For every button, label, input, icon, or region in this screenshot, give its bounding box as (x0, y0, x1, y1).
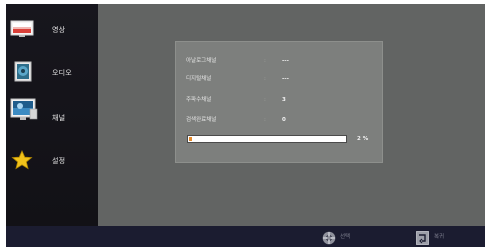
scan-progress-fill (189, 137, 192, 141)
row-value: 3 (282, 97, 286, 103)
menu-item-label: 설정 (52, 157, 66, 165)
row-value: --- (282, 76, 289, 82)
back-hint[interactable]: 복귀 (416, 230, 456, 247)
menu-item-label: 채널 (52, 114, 66, 122)
select-hint-label: 선택 (340, 234, 351, 240)
scan-progress-text: 2 % (357, 136, 369, 142)
row-label: 주파수채널 (186, 97, 212, 103)
scan-row-found: 검색완료채널 : 0 (186, 115, 366, 127)
scan-row-digital: 디지털채널 : --- (186, 74, 366, 86)
menu-item-settings[interactable]: 설정 (6, 146, 98, 186)
menu-item-picture[interactable]: 영상 (6, 12, 98, 52)
scan-row-analog: 아날로그채널 : --- (186, 56, 366, 68)
back-hint-label: 복귀 (434, 234, 445, 240)
tv-menu-screen: 영상 오디오 채널 설정 아날로그채널: --- 디지털채널: --- 주파… (0, 0, 489, 247)
menu-item-audio[interactable]: 오디오 (6, 56, 98, 96)
channel-icon (10, 98, 38, 122)
content-area: 아날로그채널 : --- 디지털채널 : --- 주파수채널 : 3 검색완료채… (98, 4, 485, 226)
menu-item-label: 영상 (52, 26, 66, 34)
dpad-icon (322, 230, 336, 247)
footer-hint-bar: 선택 복귀 (6, 226, 485, 247)
menu-item-channel[interactable]: 채널 (6, 98, 98, 138)
audio-icon (10, 61, 34, 82)
row-label: 디지털채널 (186, 76, 212, 82)
scan-row-frequency: 주파수채널 : 3 (186, 95, 366, 107)
settings-star-icon (10, 150, 34, 170)
scan-progress-bar (187, 135, 347, 143)
row-separator: : (264, 76, 266, 82)
back-key-icon (416, 230, 429, 247)
row-value: 0 (282, 117, 286, 123)
menu-item-label: 오디오 (52, 69, 72, 77)
row-separator: : (264, 117, 266, 123)
select-hint[interactable]: 선택 (322, 230, 362, 247)
row-value: --- (282, 58, 289, 64)
row-separator: : (264, 58, 266, 64)
row-separator: : (264, 97, 266, 103)
row-label: 아날로그채널 (186, 58, 217, 64)
sidebar-menu: 영상 오디오 채널 설정 (6, 4, 98, 226)
row-label: 검색완료채널 (186, 117, 217, 123)
picture-icon (10, 20, 34, 38)
channel-scan-panel: 아날로그채널 : --- 디지털채널 : --- 주파수채널 : 3 검색완료채… (175, 41, 383, 163)
